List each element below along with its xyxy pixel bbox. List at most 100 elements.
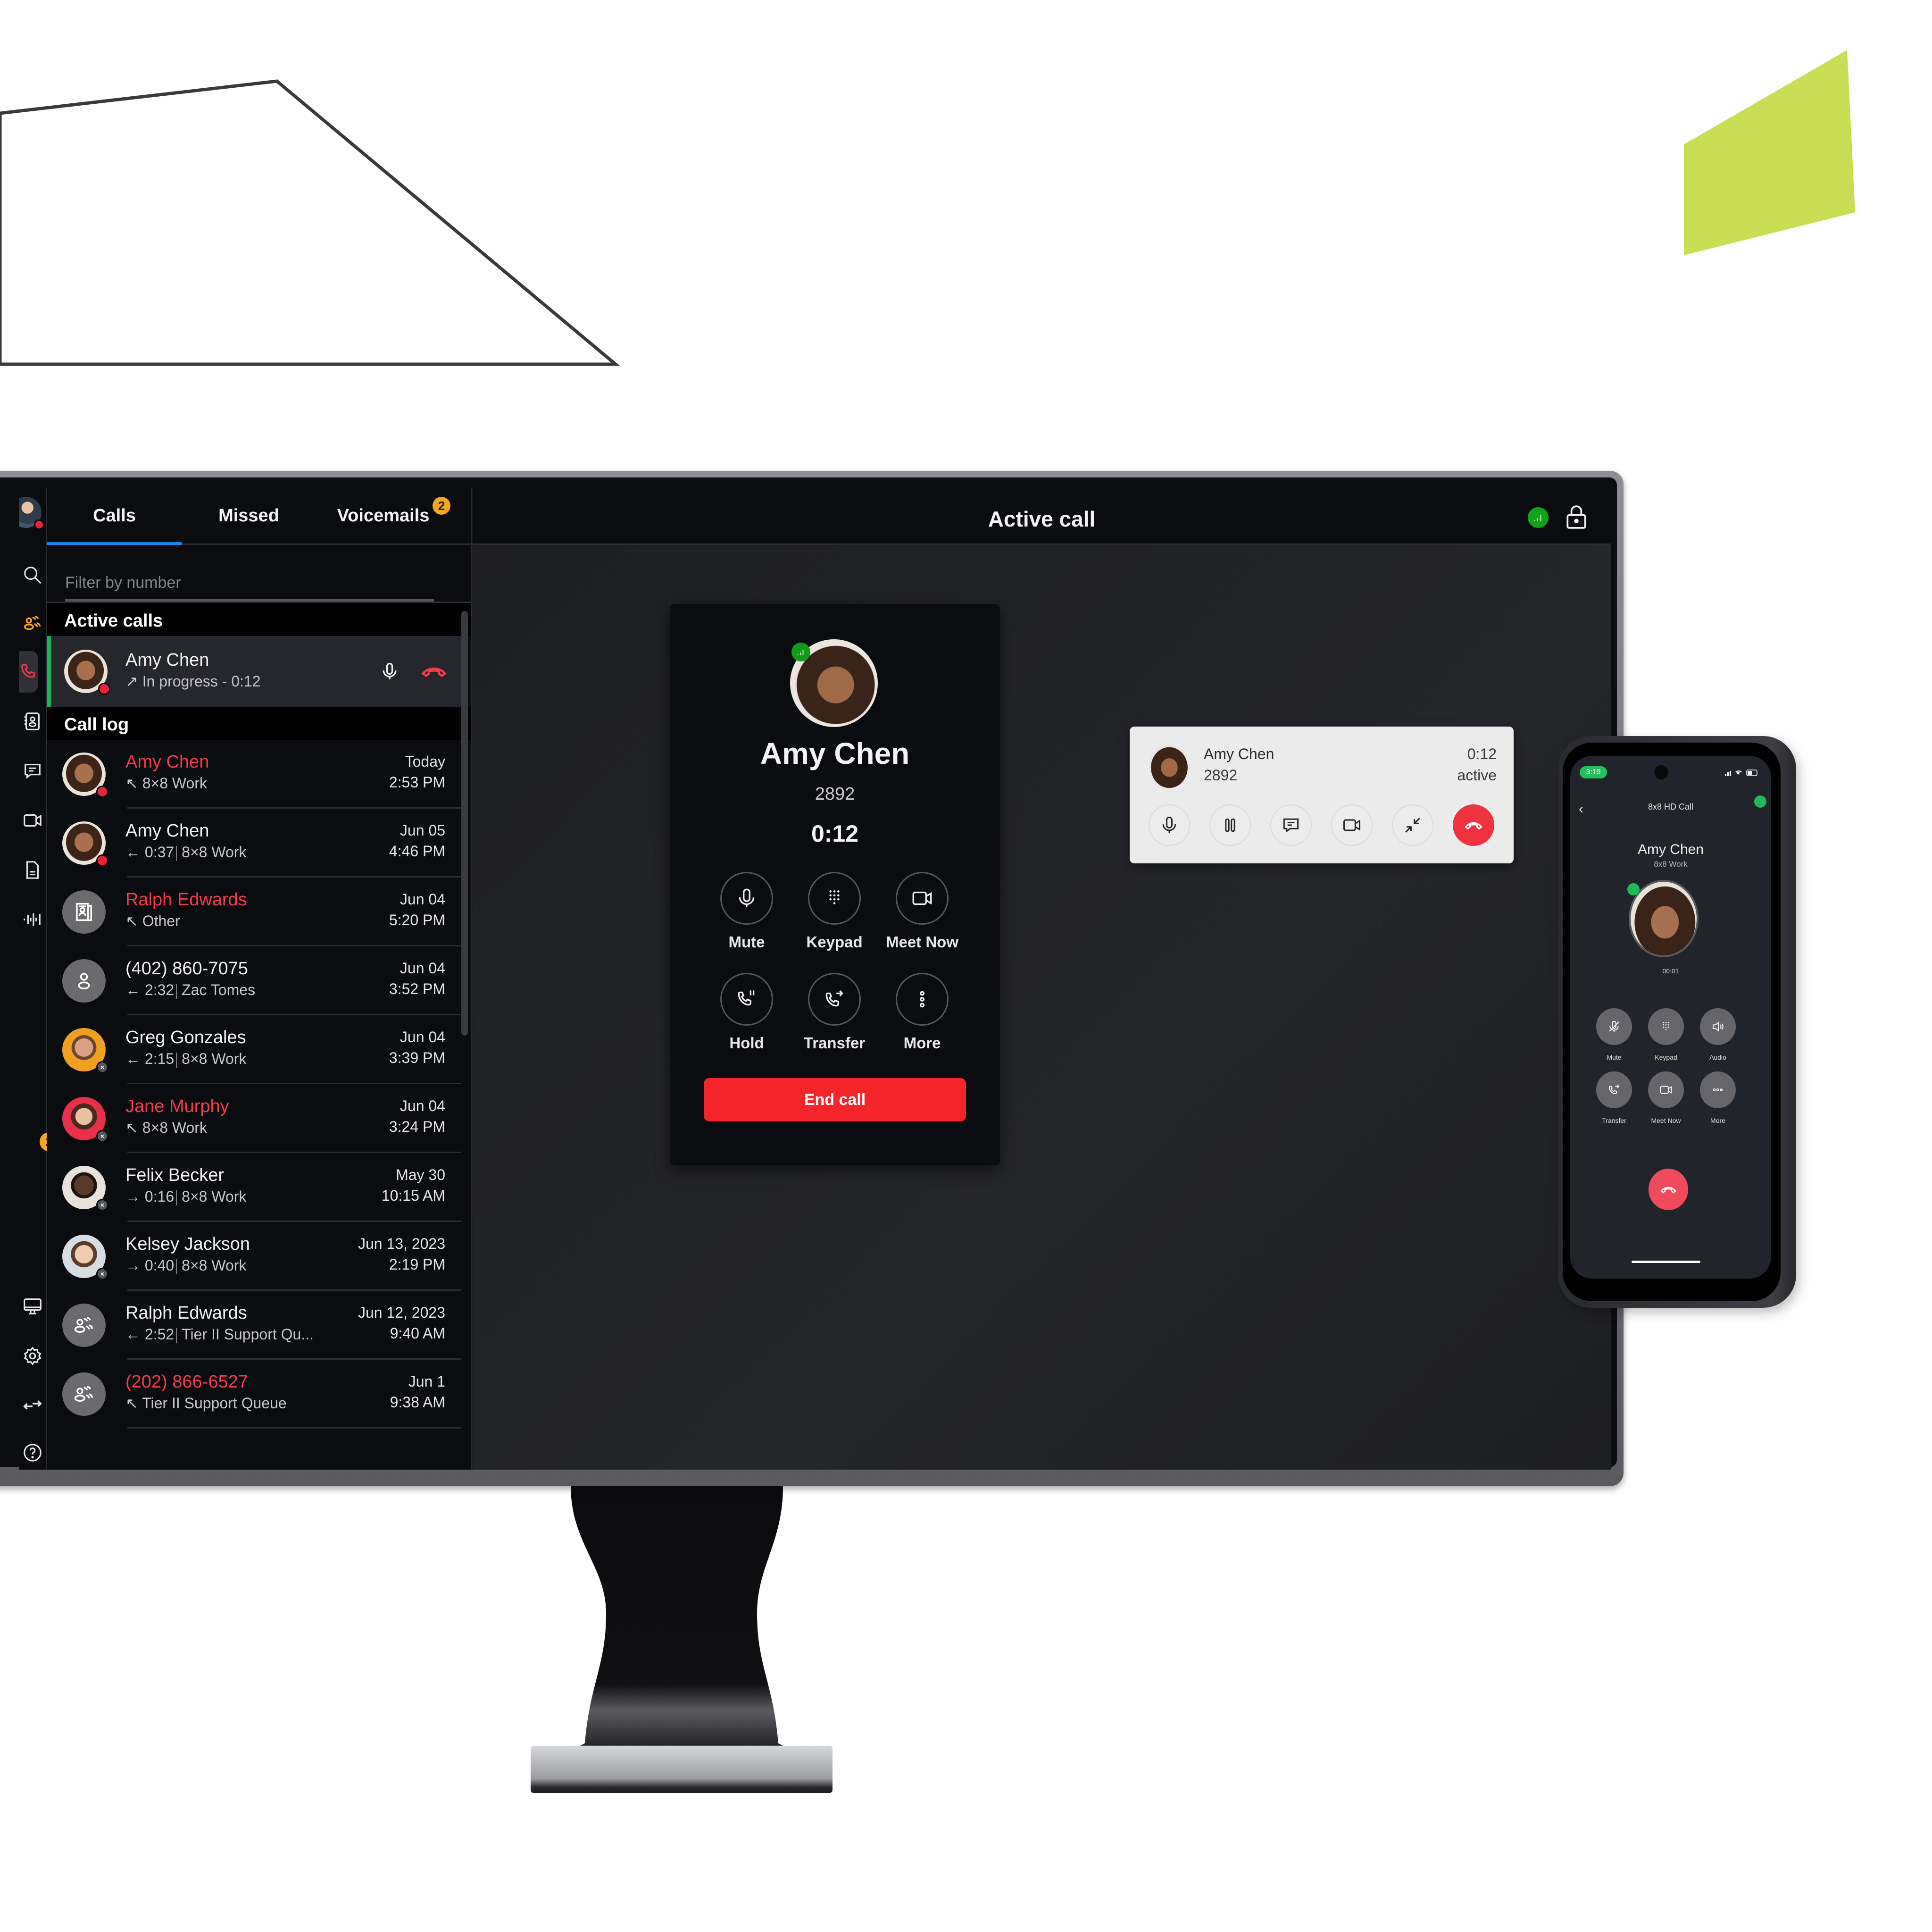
keypad-button[interactable]: Keypad [791, 872, 878, 951]
main-content: Active call Amy Chen 2892 0:12 Mute Keyp… [473, 488, 1611, 1470]
call-date: Jun 04 [400, 1029, 445, 1045]
mobile-keypad-button[interactable]: Keypad [1640, 1008, 1692, 1061]
mobile-end-call-button[interactable] [1649, 1169, 1688, 1210]
mini-chat-button[interactable] [1270, 804, 1312, 846]
desktop-app-screen: 2 Calls Missed [19, 488, 1611, 1470]
divider [176, 1328, 177, 1343]
rail-item-search[interactable] [19, 554, 46, 596]
incoming-arrow-icon: ← [125, 844, 141, 861]
keypad-icon [829, 890, 840, 904]
mobile-audio-button[interactable]: Audio [1692, 1008, 1744, 1061]
main-header: Active call [473, 488, 1611, 545]
call-line: 8×8 Work [142, 1119, 207, 1136]
outgoing-arrow-icon: → [125, 1188, 141, 1205]
mobile-transfer-button[interactable]: Transfer [1588, 1071, 1640, 1124]
rail-item-settings[interactable] [19, 1335, 46, 1377]
call-time: 10:15 AM [381, 1187, 445, 1204]
call-log-list: Amy Chen ↖ 8×8 Work Today 2:53 PM Amy Chen ← … [47, 740, 471, 1429]
filter-by-number-input[interactable] [65, 569, 434, 597]
outline-shape [0, 79, 620, 366]
mobile-phone: 3:19 ‹ 8x8 HD Call Amy Chen 8x8 Work 00:… [1558, 736, 1796, 1308]
calls-list: Active calls Amy Chen ↗ In progress - 0:… [47, 602, 471, 1470]
tab-missed[interactable]: Missed [182, 488, 316, 544]
call-log-row[interactable]: × Kelsey Jackson → 0:40 8×8 Work Jun 13, 202… [47, 1222, 461, 1291]
rail-item-calls[interactable] [19, 651, 38, 693]
hang-up-icon [1660, 1187, 1676, 1194]
call-log-row[interactable]: Amy Chen ↖ 8×8 Work Today 2:53 PM [47, 740, 461, 809]
video-icon [24, 814, 42, 827]
call-time: 2:19 PM [389, 1256, 445, 1273]
chat-icon [25, 764, 41, 779]
call-line: Tier II Support Qu... [182, 1326, 314, 1343]
mini-hold-button[interactable] [1209, 804, 1251, 846]
end-call-button[interactable]: End call [704, 1078, 966, 1121]
divider [176, 845, 177, 861]
call-log-row[interactable]: × Jane Murphy ↖ 8×8 Work Jun 04 3:24 PM [47, 1084, 461, 1153]
hd-audio-icon [1754, 795, 1766, 808]
mobile-title: 8x8 HD Call [1648, 802, 1694, 811]
tab-voicemails[interactable]: Voicemails 2 [316, 488, 450, 544]
call-line: 8×8 Work [142, 775, 207, 792]
rail-item-groups[interactable] [19, 602, 46, 644]
incoming-arrow-icon: ← [125, 1326, 141, 1343]
rail-item-messages[interactable] [19, 750, 46, 792]
more-button[interactable]: More [878, 973, 966, 1052]
user-avatar[interactable] [19, 497, 44, 530]
rail-item-contacts[interactable] [19, 701, 46, 742]
microphone-icon[interactable] [379, 660, 400, 683]
tab-calls[interactable]: Calls [47, 488, 182, 545]
mute-button[interactable]: Mute [703, 872, 791, 951]
mini-call-timer: 0:12 [1467, 745, 1497, 762]
call-log-row[interactable]: Ralph Edwards ↖ Other Jun 04 5:20 PM [47, 878, 461, 946]
signal-quality-icon[interactable] [1528, 507, 1549, 528]
call-log-row[interactable]: Amy Chen ← 0:37 8×8 Work Jun 05 4:46 PM [47, 809, 461, 878]
rail-item-help[interactable] [19, 1432, 46, 1470]
caller-name: Greg Gonzales [125, 1028, 246, 1047]
call-duration: 2:52 [144, 1326, 175, 1343]
rail-item-desktop[interactable] [19, 1286, 46, 1327]
missed-call-arrow-icon: ↖ [125, 775, 138, 792]
call-log-row[interactable]: (402) 860-7075 ← 2:32 Zac Tomes Jun 04 3:52 … [47, 946, 461, 1015]
mobile-call-screen: 3:19 ‹ 8x8 HD Call Amy Chen 8x8 Work 00:… [1570, 756, 1771, 1279]
rail-item-switch[interactable] [19, 1384, 46, 1425]
lock-icon[interactable] [1565, 504, 1588, 530]
mobile-mute-button[interactable]: Mute [1588, 1008, 1640, 1061]
rail-item-meetings[interactable] [19, 800, 46, 841]
call-time: 3:24 PM [389, 1118, 445, 1135]
caller-extension: 2892 [815, 784, 855, 804]
call-log-heading: Call log [47, 707, 471, 740]
transfer-call-icon [1609, 1084, 1620, 1095]
calls-list-scrollbar[interactable] [461, 611, 468, 1036]
rail-item-files[interactable] [19, 849, 46, 891]
accent-shape [1684, 50, 1855, 255]
mini-video-button[interactable] [1331, 804, 1373, 846]
call-log-row[interactable]: Ralph Edwards ← 2:52 Tier II Support Qu...… [47, 1291, 461, 1360]
mini-collapse-button[interactable] [1392, 804, 1433, 846]
call-timer: 0:12 [811, 820, 859, 847]
call-log-row[interactable]: (202) 866-6527 ↖ Tier II Support Queue Jun… [47, 1360, 461, 1429]
mini-hang-up-button[interactable] [1453, 804, 1494, 846]
avatar: × [62, 1097, 108, 1142]
contact-card-icon [24, 712, 40, 730]
calls-tabs: Calls Missed Voicemails 2 [47, 488, 471, 545]
active-call-row[interactable]: Amy Chen ↗ In progress - 0:12 [47, 636, 461, 707]
call-date: Jun 12, 2023 [358, 1304, 445, 1321]
mini-mute-button[interactable] [1149, 804, 1190, 846]
incoming-arrow-icon: ← [125, 981, 141, 998]
swap-arrows-icon [23, 1400, 42, 1410]
rail-item-voice[interactable] [19, 899, 46, 940]
hold-button[interactable]: Hold [703, 973, 791, 1052]
mobile-meet-now-button[interactable]: Meet Now [1640, 1071, 1692, 1124]
meet-now-button[interactable]: Meet Now [878, 872, 966, 951]
mobile-more-button[interactable]: More [1692, 1071, 1744, 1124]
call-log-row[interactable]: × Greg Gonzales ← 2:15 8×8 Work Jun 04 3:39 P… [47, 1015, 461, 1084]
avatar [64, 650, 110, 695]
hang-up-icon[interactable] [421, 662, 447, 681]
home-indicator[interactable] [1632, 1261, 1700, 1263]
on-call-status-dot [96, 854, 108, 867]
transfer-button[interactable]: Transfer [791, 973, 878, 1052]
keypad-icon [1663, 1022, 1669, 1030]
groups-icon [24, 616, 41, 630]
transfer-call-icon [825, 990, 844, 1007]
call-log-row[interactable]: × Felix Becker → 0:16 8×8 Work May 30 10:15 A… [47, 1153, 461, 1222]
